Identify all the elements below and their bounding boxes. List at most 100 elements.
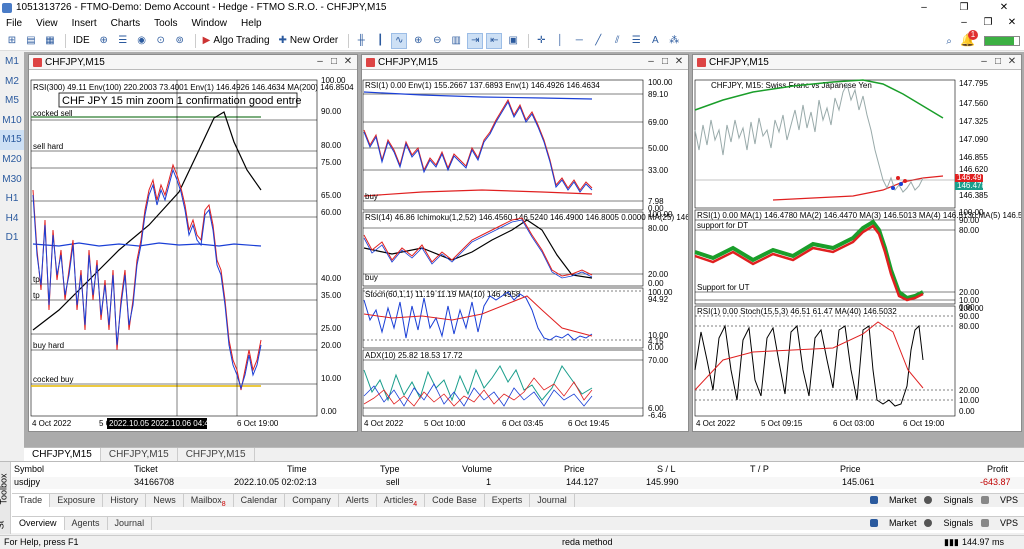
chart-window-3-titlebar[interactable]: CHFJPY,M15 – □ ✕ [693,55,1021,70]
mdi-minimize-button[interactable]: – [952,15,976,31]
screenshot-icon[interactable]: ▣ [505,33,521,49]
menu-tools[interactable]: Tools [154,18,177,29]
col-type[interactable]: Type [380,464,400,474]
chart-window-1[interactable]: CHFJPY,M15 – □ ✕ RSI(300) 49.11 Env(100) 2… [28,54,358,432]
timeframe-m1[interactable]: M1 [0,52,24,72]
tab-mailbox[interactable]: Mailbox8 [184,494,234,508]
templates-icon[interactable]: ▦ [42,33,58,49]
tab-calendar[interactable]: Calendar [234,494,286,507]
horizontal-line-icon[interactable]: ─ [571,33,587,49]
chart-1-canvas[interactable]: RSI(300) 49.11 Env(100) 220.2003 73.4001… [29,70,357,431]
vertical-line-icon[interactable]: │ [552,33,568,49]
chart-tab-3[interactable]: CHFJPY,M15 [178,448,255,461]
vps-icon[interactable]: ⊚ [172,33,188,49]
new-order-button[interactable]: ✚ New Order [276,33,342,49]
tab-articles[interactable]: Articles4 [377,494,426,508]
menu-file[interactable]: File [6,18,22,29]
col-ticket[interactable]: Ticket [134,464,158,474]
timeframe-m15[interactable]: M15 [0,130,24,150]
tab-experts[interactable]: Experts [485,494,531,507]
crosshair-icon[interactable]: ✛ [533,33,549,49]
menu-insert[interactable]: Insert [72,18,97,29]
col-tp[interactable]: T / P [750,464,769,474]
fibonacci-icon[interactable]: ☰ [628,33,644,49]
col-symbol[interactable]: Symbol [14,464,44,474]
navigator-icon[interactable]: ⊙ [153,33,169,49]
market-watch-icon[interactable]: ⊕ [96,33,112,49]
signals-link[interactable]: Signals [924,495,973,505]
menu-window[interactable]: Window [191,18,227,29]
col-sl[interactable]: S / L [657,464,676,474]
chart-tab-1[interactable]: CHFJPY,M15 [24,448,101,461]
profiles-icon[interactable]: ▤ [23,33,39,49]
tab-news[interactable]: News [146,494,184,507]
tab-history[interactable]: History [103,494,147,507]
col-volume[interactable]: Volume [462,464,492,474]
tab-tester-journal[interactable]: Journal [108,517,153,530]
tab-exposure[interactable]: Exposure [50,494,104,507]
tab-code-base[interactable]: Code Base [425,494,485,507]
menu-view[interactable]: View [36,18,58,29]
algo-trading-button[interactable]: ▶ Algo Trading [200,33,273,49]
chart-maximize-icon[interactable]: □ [658,55,672,69]
ide-button[interactable]: IDE [70,33,93,49]
menu-help[interactable]: Help [241,18,262,29]
text-tool-icon[interactable]: A [647,33,663,49]
autoscroll-icon[interactable]: ⇤ [486,32,503,49]
timeframe-m30[interactable]: M30 [0,170,24,190]
search-icon[interactable]: ⌕ [941,33,957,49]
chart-2-canvas[interactable]: RSI(1) 0.00 Env(1) 155.2667 137.6893 Env… [362,70,688,431]
timeframe-m20[interactable]: M20 [0,150,24,170]
notifications-bell-icon[interactable]: 🔔 1 [960,30,978,49]
chart-shift-icon[interactable]: ⇥ [467,32,484,49]
bar-chart-icon[interactable]: ╫ [353,33,369,49]
market-link[interactable]: Market [869,518,916,528]
tab-journal[interactable]: Journal [530,494,575,507]
signals-icon[interactable]: ◉ [134,33,150,49]
timeframe-m2[interactable]: M2 [0,72,24,92]
chart-minimize-icon[interactable]: – [977,55,991,69]
zoom-in-icon[interactable]: ⊕ [410,33,426,49]
col-price[interactable]: Price [564,464,585,474]
tab-agents[interactable]: Agents [65,517,108,530]
timeframe-m5[interactable]: M5 [0,91,24,111]
chart-maximize-icon[interactable]: □ [991,55,1005,69]
col-time[interactable]: Time [287,464,307,474]
channel-icon[interactable]: ⫽ [609,33,625,49]
tab-overview[interactable]: Overview [12,517,65,530]
zoom-out-icon[interactable]: ⊖ [429,33,445,49]
col-profit[interactable]: Profit [987,464,1008,474]
shapes-icon[interactable]: ⁂ [666,33,682,49]
minimize-button[interactable]: – [904,0,944,15]
tab-company[interactable]: Company [285,494,339,507]
line-chart-icon[interactable]: ∿ [391,32,408,49]
chart-close-icon[interactable]: ✕ [341,55,355,69]
data-window-icon[interactable]: ☰ [115,33,131,49]
chart-window-2-titlebar[interactable]: CHFJPY,M15 – □ ✕ [362,55,688,70]
chart-tab-2[interactable]: CHFJPY,M15 [101,448,178,461]
timeframe-m10[interactable]: M10 [0,111,24,131]
timeframe-d1[interactable]: D1 [0,228,24,248]
chart-maximize-icon[interactable]: □ [327,55,341,69]
mdi-restore-button[interactable]: ❐ [976,15,1000,31]
chart-window-1-titlebar[interactable]: CHFJPY,M15 – □ ✕ [29,55,357,70]
chart-minimize-icon[interactable]: – [644,55,658,69]
vps-link[interactable]: VPS [980,518,1018,528]
mdi-close-button[interactable]: ✕ [1000,15,1024,31]
chart-close-icon[interactable]: ✕ [672,55,686,69]
chart-window-2[interactable]: CHFJPY,M15 – □ ✕ RSI(1) 0.00 Env(1) 155.26… [361,54,689,432]
candlestick-icon[interactable]: ┃ [372,33,388,49]
chart-close-icon[interactable]: ✕ [1005,55,1019,69]
tab-alerts[interactable]: Alerts [339,494,377,507]
vps-link[interactable]: VPS [980,495,1018,505]
chart-window-3[interactable]: CHFJPY,M15 – □ ✕ CHFJPY, M15: Swiss Franc … [692,54,1022,432]
menu-charts[interactable]: Charts [111,18,140,29]
new-chart-icon[interactable]: ⊞ [4,33,20,49]
maximize-button[interactable]: ❐ [944,0,984,15]
tile-windows-icon[interactable]: ▥ [448,33,464,49]
close-button[interactable]: ✕ [984,0,1024,15]
signals-link[interactable]: Signals [924,518,973,528]
timeframe-h4[interactable]: H4 [0,209,24,229]
chart-3-canvas[interactable]: CHFJPY, M15: Swiss Franc vs Japanese Yen… [693,70,1021,431]
chart-minimize-icon[interactable]: – [313,55,327,69]
